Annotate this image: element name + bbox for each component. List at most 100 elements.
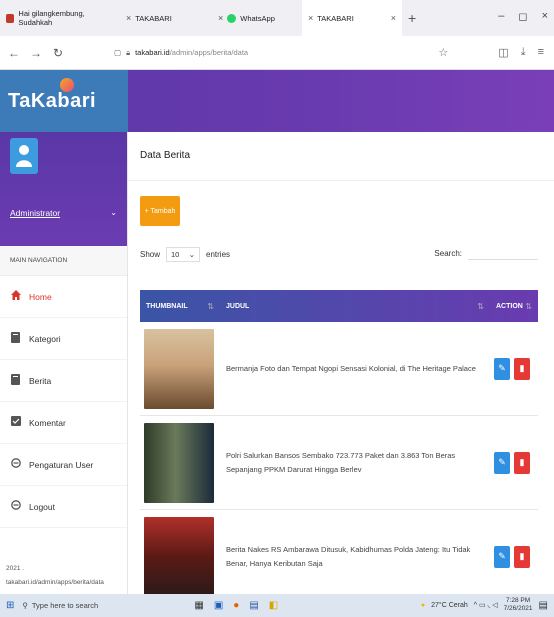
store-icon[interactable]: ▣ xyxy=(214,600,223,611)
sidebar-item-pengaturan-user[interactable]: Pengaturan User xyxy=(0,444,127,486)
clock-date: 7/26/2021 xyxy=(503,605,533,612)
close-window-icon[interactable]: × xyxy=(542,10,548,23)
back-arrow-icon[interactable]: ← xyxy=(8,46,20,60)
new-tab-button[interactable]: + xyxy=(402,10,422,26)
taskbar-apps: ▦ ▣ ● ▤ ◧ xyxy=(194,600,278,611)
judul-cell: Berita Nakes RS Ambarawa Ditusuk, Kabidh… xyxy=(226,544,471,568)
sort-icon[interactable]: ⇅ xyxy=(477,302,484,311)
browser-tab-1[interactable]: Hai gilangkembung, Sudahkah xyxy=(0,0,120,36)
delete-button[interactable]: ▮ xyxy=(514,545,530,568)
notification-icon[interactable]: ▤ xyxy=(539,600,548,611)
browser-tab-whatsapp[interactable]: × WhatsApp xyxy=(212,0,302,36)
thumbnail-cell xyxy=(140,513,220,594)
firefox-icon[interactable]: ● xyxy=(233,600,239,611)
sidebar-item-home[interactable]: Home xyxy=(0,276,127,318)
windows-start-icon[interactable]: ⊞ xyxy=(6,600,14,611)
download-icon[interactable]: ⤓ xyxy=(521,46,526,59)
menu-icon[interactable]: ≡ xyxy=(538,46,544,59)
delete-button[interactable]: ▮ xyxy=(514,451,530,474)
nav-header: MAIN NAVIGATION xyxy=(0,246,127,276)
trash-icon: ▮ xyxy=(519,457,525,467)
pocket-icon[interactable]: ◫ xyxy=(498,46,508,59)
column-header-judul[interactable]: JUDUL ⇅ xyxy=(220,290,490,322)
gmail-favicon-icon xyxy=(6,13,15,23)
bookmark-star-icon[interactable]: ☆ xyxy=(438,46,448,59)
sidebar-item-label: Logout xyxy=(29,501,55,512)
tab-label: TAKABARI xyxy=(135,13,172,23)
browser-tab-active[interactable]: × TAKABARI × xyxy=(302,0,402,36)
sidebar-item-berita[interactable]: Berita xyxy=(0,360,127,402)
weather-text[interactable]: 27°C Cerah xyxy=(431,602,468,609)
sidebar-item-label: Pengaturan User xyxy=(29,459,94,470)
url-field[interactable]: ▢ 🔒︎ takabari.id/admin/apps/berita/data xyxy=(114,48,428,58)
word-icon[interactable]: ▤ xyxy=(249,600,258,611)
user-panel: Administrator ⌄ xyxy=(0,132,127,246)
column-header-thumbnail[interactable]: THUMBNAIL ⇅ xyxy=(140,290,220,322)
chevron-down-icon[interactable]: ⌄ xyxy=(110,208,117,217)
thumbnail-image xyxy=(144,328,214,409)
tray-icons[interactable]: ^ ▭ ◟ ◁ xyxy=(474,601,498,609)
edit-button[interactable]: ✎ xyxy=(494,451,510,474)
logo[interactable]: TaKabari xyxy=(0,70,128,132)
app-header: TaKabari xyxy=(0,70,554,132)
reload-icon[interactable]: ↻ xyxy=(52,46,64,60)
chevron-down-icon: ⌄ xyxy=(188,250,196,259)
delete-button[interactable]: ▮ xyxy=(514,357,530,380)
tab-close-icon[interactable]: × xyxy=(126,13,131,23)
sidebar-footer: 2021 . takabari.id/admin/apps/berita/dat… xyxy=(6,562,104,590)
comment-icon xyxy=(10,416,21,429)
column-label: JUDUL xyxy=(226,302,250,310)
taskbar-search[interactable]: ⚲ Type here to search xyxy=(22,601,162,610)
thumbnail-cell xyxy=(140,325,220,413)
thumbnail-image xyxy=(144,422,214,503)
tab-close-icon[interactable]: × xyxy=(218,13,223,23)
window-controls: – ◻ × xyxy=(498,10,548,23)
column-header-action[interactable]: ACTION ⇅ xyxy=(490,290,538,322)
tab-close-icon[interactable]: × xyxy=(385,13,396,23)
judul-cell: Bermanja Foto dan Tempat Ngopi Sensasi K… xyxy=(226,363,476,373)
clock[interactable]: 7:28 PM 7/26/2021 xyxy=(504,597,533,613)
entries-select[interactable]: 10 ⌄ xyxy=(166,247,201,262)
table-search: Search: xyxy=(434,246,538,260)
sort-icon[interactable]: ⇅ xyxy=(207,302,214,311)
home-icon xyxy=(10,290,21,303)
entries-value: 10 xyxy=(171,250,180,259)
pencil-icon: ✎ xyxy=(498,457,506,467)
divider xyxy=(128,180,554,181)
explorer-icon[interactable]: ◧ xyxy=(269,600,278,611)
search-input[interactable] xyxy=(468,246,538,260)
tab-label: TAKABARI xyxy=(317,13,354,23)
trash-icon: ▮ xyxy=(519,551,525,561)
user-name-link[interactable]: Administrator xyxy=(10,208,60,218)
thumbnail-cell xyxy=(140,419,220,507)
pencil-icon: ✎ xyxy=(498,363,506,373)
table-row: Polri Salurkan Bansos Sembako 723.773 Pa… xyxy=(140,416,538,510)
edit-button[interactable]: ✎ xyxy=(494,357,510,380)
sort-icon[interactable]: ⇅ xyxy=(525,302,532,311)
sidebar-item-label: Kategori xyxy=(29,333,61,344)
status-url: takabari.id/admin/apps/berita/data xyxy=(6,579,104,586)
news-icon xyxy=(10,373,21,388)
avatar xyxy=(10,138,38,174)
sidebar: Administrator ⌄ MAIN NAVIGATION Home Kat… xyxy=(0,132,128,594)
add-button[interactable]: + Tambah xyxy=(140,196,180,226)
pencil-icon: ✎ xyxy=(498,551,506,561)
table-header: THUMBNAIL ⇅ JUDUL ⇅ ACTION ⇅ xyxy=(140,290,538,322)
browser-tab-2[interactable]: × TAKABARI xyxy=(120,0,212,36)
sidebar-item-kategori[interactable]: Kategori xyxy=(0,318,127,360)
maximize-icon[interactable]: ◻ xyxy=(518,10,527,23)
sidebar-item-logout[interactable]: Logout xyxy=(0,486,127,528)
sidebar-item-komentar[interactable]: Komentar xyxy=(0,402,127,444)
edit-button[interactable]: ✎ xyxy=(494,545,510,568)
column-label: THUMBNAIL xyxy=(146,302,188,310)
url-host: takabari.id xyxy=(135,48,170,57)
task-view-icon[interactable]: ▦ xyxy=(194,600,203,611)
main-content: Data Berita + Tambah Show 10 ⌄ entries S… xyxy=(128,132,554,594)
tab-label: Hai gilangkembung, Sudahkah xyxy=(18,9,85,27)
entries-label: entries xyxy=(206,250,231,259)
minimize-icon[interactable]: – xyxy=(498,10,504,23)
address-bar: ← → ↻ ▢ 🔒︎ takabari.id/admin/apps/berita… xyxy=(0,36,554,70)
forward-arrow-icon[interactable]: → xyxy=(30,46,42,60)
tab-close-icon[interactable]: × xyxy=(308,13,313,23)
shield-icon: ▢ xyxy=(114,48,122,57)
